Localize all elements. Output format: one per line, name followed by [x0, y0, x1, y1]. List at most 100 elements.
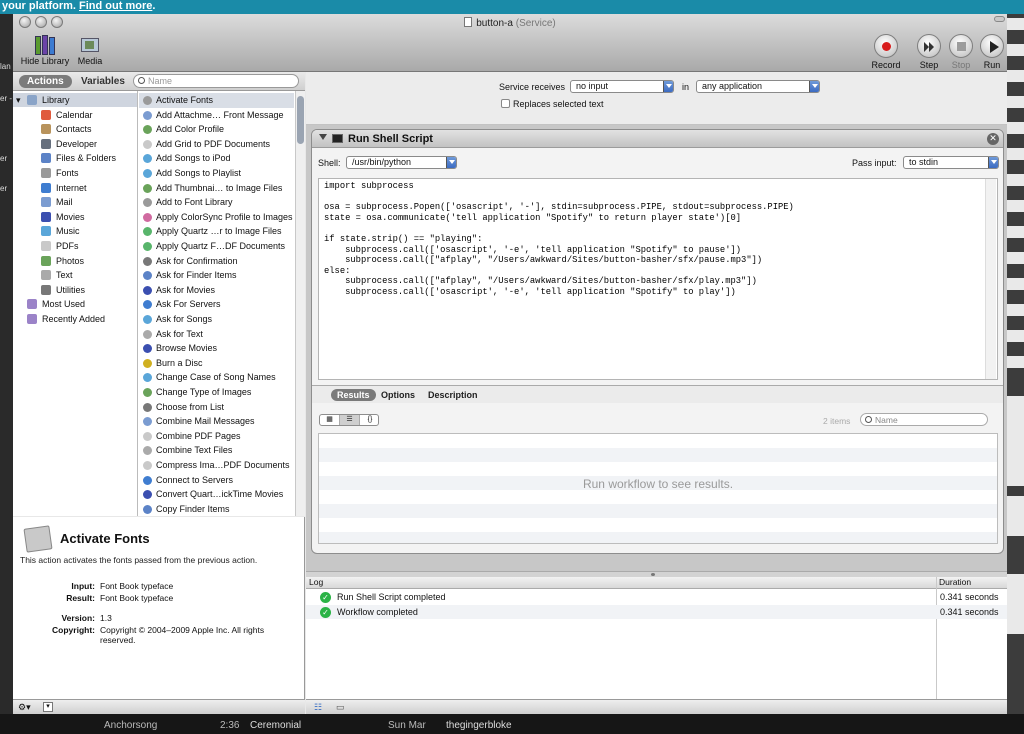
list-view-icon[interactable]: ☰: [340, 415, 360, 425]
action-item[interactable]: Add Songs to iPod: [139, 151, 294, 166]
action-item[interactable]: Convert Quart…ickTime Movies: [139, 487, 294, 502]
description-text: This action activates the fonts passed f…: [20, 555, 258, 565]
sidebar-item-mail[interactable]: Mail: [13, 195, 137, 209]
action-icon: [143, 183, 152, 193]
action-icon: [143, 315, 152, 324]
tab-description[interactable]: Description: [422, 389, 484, 401]
icon-view-icon[interactable]: ▦: [320, 415, 340, 425]
action-item[interactable]: Ask for Finder Items: [139, 268, 294, 283]
sidebar-item-recently-added[interactable]: Recently Added: [13, 312, 137, 326]
action-icon: [143, 431, 152, 441]
action-item[interactable]: Combine PDF Pages: [139, 429, 294, 444]
library-search-input[interactable]: Name: [133, 74, 299, 88]
library-bottom-bar: ⚙▾ ▾: [13, 699, 305, 714]
action-icon: [143, 212, 152, 222]
step-button[interactable]: Step: [913, 34, 945, 70]
tab-results[interactable]: Results: [331, 389, 376, 401]
action-item[interactable]: Burn a Disc: [139, 356, 294, 371]
action-item[interactable]: Add Thumbnai… to Image Files: [139, 181, 294, 196]
duration-column-header[interactable]: Duration: [939, 577, 971, 588]
action-item[interactable]: Change Case of Song Names: [139, 370, 294, 385]
sidebar-item-most-used[interactable]: Most Used: [13, 297, 137, 311]
replaces-selected-text-checkbox[interactable]: [501, 99, 510, 108]
action-icon: [143, 227, 152, 237]
toolbar-toggle-button[interactable]: [994, 16, 1005, 22]
action-item[interactable]: Add Color Profile: [139, 122, 294, 137]
sidebar-item-files-folders[interactable]: Files & Folders: [13, 151, 137, 165]
category-icon: [41, 270, 51, 281]
run-button[interactable]: Run: [977, 34, 1007, 70]
action-item[interactable]: Browse Movies: [139, 341, 294, 356]
action-item[interactable]: Activate Fonts: [139, 93, 294, 108]
log-list-view-icon[interactable]: ☷: [314, 702, 322, 713]
tab-actions[interactable]: Actions: [19, 75, 72, 88]
disclosure-triangle-icon[interactable]: ▾: [16, 93, 21, 107]
description-title: Activate Fonts: [60, 531, 150, 546]
sidebar-item-internet[interactable]: Internet: [13, 181, 137, 195]
terminal-icon: [332, 134, 343, 143]
window-title: button-a (Service): [13, 17, 1007, 29]
action-item[interactable]: Combine Mail Messages: [139, 414, 294, 429]
action-item[interactable]: Add Songs to Playlist: [139, 166, 294, 181]
close-icon[interactable]: ✕: [987, 133, 999, 145]
sidebar-item-calendar[interactable]: Calendar: [13, 108, 137, 122]
sidebar-item-contacts[interactable]: Contacts: [13, 122, 137, 136]
log-column-header[interactable]: Log: [309, 577, 323, 588]
sidebar-item-developer[interactable]: Developer: [13, 137, 137, 151]
popup-arrow-icon: [809, 81, 819, 92]
tab-variables[interactable]: Variables: [73, 75, 133, 88]
script-editor-scrollbar[interactable]: [985, 179, 996, 379]
sidebar-item-fonts[interactable]: Fonts: [13, 166, 137, 180]
action-item[interactable]: Choose from List: [139, 400, 294, 415]
sidebar-item-movies[interactable]: Movies: [13, 210, 137, 224]
action-item[interactable]: Apply ColorSync Profile to Images: [139, 210, 294, 225]
pass-input-popup[interactable]: to stdin: [903, 156, 999, 169]
tab-options[interactable]: Options: [375, 389, 421, 401]
sidebar-item-music[interactable]: Music: [13, 224, 137, 238]
sidebar-item-text[interactable]: Text: [13, 268, 137, 282]
action-item[interactable]: Change Type of Images: [139, 385, 294, 400]
service-receives-popup[interactable]: no input: [570, 80, 674, 93]
sidebar-item-utilities[interactable]: Utilities: [13, 283, 137, 297]
action-item[interactable]: Ask for Text: [139, 327, 294, 342]
action-item[interactable]: Ask for Songs: [139, 312, 294, 327]
scrollbar-thumb[interactable]: [297, 96, 304, 144]
background-banner: your platform. Find out more.: [0, 0, 1024, 14]
media-button[interactable]: Media: [73, 34, 107, 66]
action-item[interactable]: Apply Quartz F…DF Documents: [139, 239, 294, 254]
results-search-input[interactable]: Name: [860, 413, 988, 426]
sidebar-item-photos[interactable]: Photos: [13, 254, 137, 268]
log-variables-view-icon[interactable]: ▭: [336, 702, 345, 713]
action-list-scrollbar[interactable]: [295, 91, 305, 516]
action-item[interactable]: Apply Quartz …r to Image Files: [139, 224, 294, 239]
sidebar-item-pdfs[interactable]: PDFs: [13, 239, 137, 253]
action-item[interactable]: Compress Ima…PDF Documents: [139, 458, 294, 473]
action-item[interactable]: Ask For Servers: [139, 297, 294, 312]
hide-library-button[interactable]: Hide Library: [17, 34, 73, 66]
action-item[interactable]: Add to Font Library: [139, 195, 294, 210]
script-editor[interactable]: import subprocess osa = subprocess.Popen…: [318, 178, 998, 380]
action-icon: [143, 110, 152, 120]
shell-popup[interactable]: /usr/bin/python: [346, 156, 457, 169]
record-button[interactable]: Record: [868, 34, 904, 70]
description-toggle-icon[interactable]: ▾: [43, 702, 53, 712]
popup-arrow-icon: [663, 81, 673, 92]
sidebar-item-library[interactable]: ▾ Library: [13, 93, 137, 107]
category-icon: [41, 197, 51, 208]
action-item[interactable]: Ask for Confirmation: [139, 254, 294, 269]
action-icon: [143, 344, 152, 354]
find-out-more-link[interactable]: Find out more: [79, 0, 152, 12]
gear-menu-button[interactable]: ⚙▾: [18, 702, 40, 712]
action-header[interactable]: Run Shell Script ✕: [312, 130, 1003, 148]
action-item[interactable]: Add Grid to PDF Documents: [139, 137, 294, 152]
media-icon: [79, 34, 101, 56]
action-item[interactable]: Combine Text Files: [139, 443, 294, 458]
action-item[interactable]: Ask for Movies: [139, 283, 294, 298]
disclosure-triangle-icon[interactable]: [319, 134, 327, 140]
application-popup[interactable]: any application: [696, 80, 820, 93]
stop-button[interactable]: Stop: [945, 34, 977, 70]
action-item[interactable]: Connect to Servers: [139, 473, 294, 488]
code-view-icon[interactable]: {}: [360, 415, 380, 425]
action-item[interactable]: Add Attachme… Front Message: [139, 108, 294, 123]
action-item[interactable]: Copy Finder Items: [139, 502, 294, 516]
